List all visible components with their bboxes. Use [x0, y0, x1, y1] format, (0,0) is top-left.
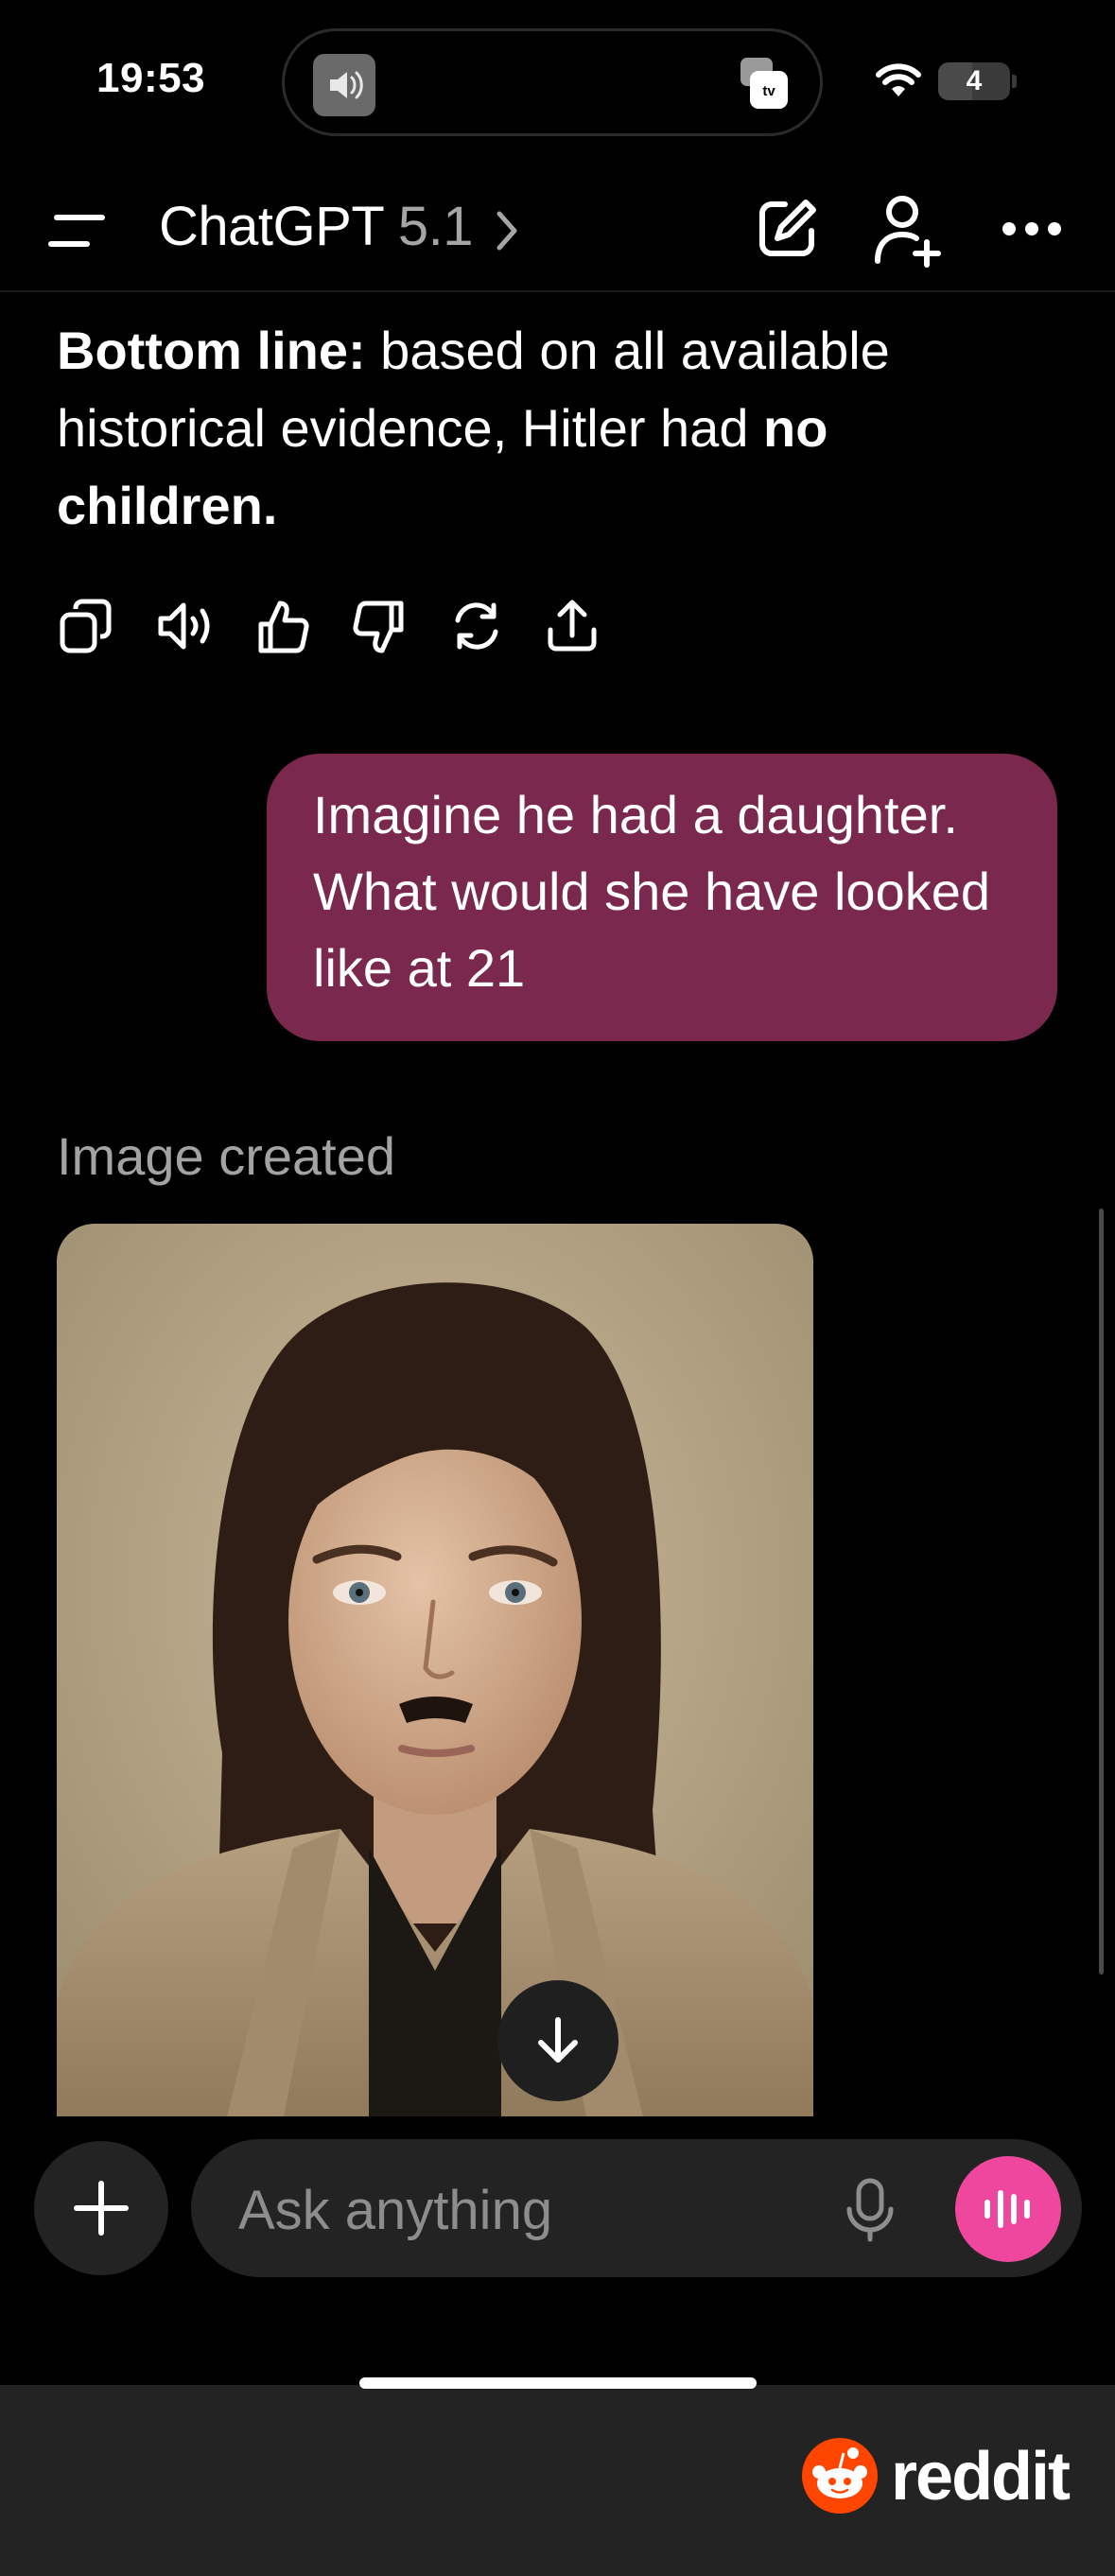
header-divider	[0, 290, 1115, 292]
reddit-logo-icon	[800, 2436, 880, 2520]
home-indicator[interactable]	[359, 2377, 757, 2389]
more-icon[interactable]	[1001, 219, 1063, 243]
reddit-wordmark: reddit	[891, 2439, 1071, 2515]
dynamic-island[interactable]: tv	[282, 28, 823, 136]
scroll-down-button[interactable]	[497, 1980, 618, 2101]
battery-percent: 4	[966, 65, 983, 96]
user-message-text: Imagine he had a daughter. What would sh…	[313, 785, 990, 998]
model-version: 5.1	[397, 196, 474, 257]
bold-lead: Bottom line:	[57, 321, 366, 380]
regenerate-icon[interactable]	[448, 598, 505, 659]
assistant-message: Bottom line: based on all available hist…	[57, 312, 1059, 545]
speaker-icon	[313, 54, 375, 116]
app-name: ChatGPT	[159, 196, 384, 257]
read-aloud-icon[interactable]	[155, 598, 218, 659]
battery-nub	[1012, 75, 1017, 88]
add-person-icon[interactable]	[872, 193, 944, 273]
image-created-label: Image created	[57, 1126, 395, 1186]
generated-image[interactable]	[57, 1224, 813, 2116]
arrow-down-icon	[538, 2017, 578, 2063]
copy-icon[interactable]	[59, 598, 113, 659]
plus-icon	[74, 2181, 129, 2236]
status-time: 19:53	[96, 55, 206, 101]
scrollbar[interactable]	[1099, 1209, 1104, 1975]
thumbs-down-icon[interactable]	[352, 598, 407, 661]
message-input[interactable]: Ask anything	[191, 2139, 1082, 2277]
add-attachment-button[interactable]	[34, 2141, 168, 2275]
voice-mode-button[interactable]	[955, 2156, 1061, 2262]
compose-icon[interactable]	[753, 195, 821, 268]
wifi-icon	[876, 62, 921, 103]
input-placeholder: Ask anything	[238, 2180, 553, 2241]
battery-indicator: 4	[938, 62, 1010, 100]
waveform-icon	[984, 2190, 1030, 2228]
menu-icon[interactable]	[47, 208, 110, 258]
svg-text:tv: tv	[762, 83, 775, 99]
share-icon[interactable]	[545, 598, 600, 659]
chevron-right-icon[interactable]	[492, 208, 520, 258]
mic-icon[interactable]	[842, 2177, 898, 2248]
model-selector[interactable]: ChatGPT 5.1	[159, 195, 473, 258]
user-message-bubble: Imagine he had a daughter. What would sh…	[267, 754, 1057, 1041]
thumbs-up-icon[interactable]	[255, 598, 310, 661]
apple-tv-icon: tv	[735, 54, 793, 113]
